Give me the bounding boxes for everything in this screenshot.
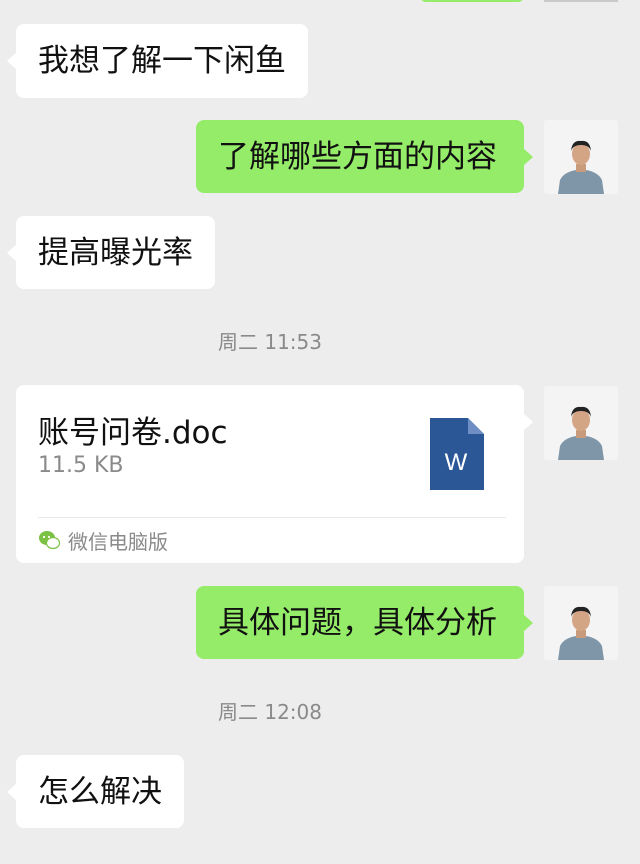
message-text: 具体问题，具体分析: [218, 605, 497, 641]
avatar[interactable]: [544, 386, 618, 460]
person-avatar-icon: [544, 586, 618, 660]
outgoing-message-bubble[interactable]: 了解哪些方面的内容: [196, 120, 533, 193]
file-name: 账号问卷.doc: [38, 415, 228, 451]
person-avatar-icon: [544, 386, 618, 460]
file-size: 11.5 KB: [38, 453, 124, 478]
incoming-message-bubble[interactable]: 提高曝光率: [7, 216, 215, 289]
timestamp: 周二 11:53: [218, 330, 322, 354]
file-source: 微信电脑版: [38, 525, 168, 555]
outgoing-message-bubble[interactable]: 具体问题，具体分析: [196, 586, 533, 659]
file-message-card[interactable]: 账号问卷.doc 11.5 KB W 微信电脑版: [16, 385, 533, 563]
avatar[interactable]: [544, 120, 618, 194]
message-text: 我想了解一下闲鱼: [38, 43, 286, 79]
timestamp: 周二 12:08: [218, 700, 322, 724]
incoming-message-bubble[interactable]: 怎么解决: [7, 755, 184, 828]
previous-message-bubble-edge: [420, 0, 524, 2]
file-source-label: 微信电脑版: [68, 529, 168, 554]
wechat-logo-icon: [39, 531, 60, 550]
message-text: 提高曝光率: [38, 235, 193, 271]
word-doc-icon: W: [430, 418, 484, 490]
incoming-message-bubble[interactable]: 我想了解一下闲鱼: [7, 24, 308, 98]
message-text: 怎么解决: [38, 774, 162, 810]
message-text: 了解哪些方面的内容: [218, 139, 497, 175]
avatar[interactable]: [544, 586, 618, 660]
person-avatar-icon: [544, 120, 618, 194]
divider: [38, 517, 506, 518]
previous-avatar-edge: [544, 0, 618, 2]
svg-text:W: W: [445, 449, 468, 476]
